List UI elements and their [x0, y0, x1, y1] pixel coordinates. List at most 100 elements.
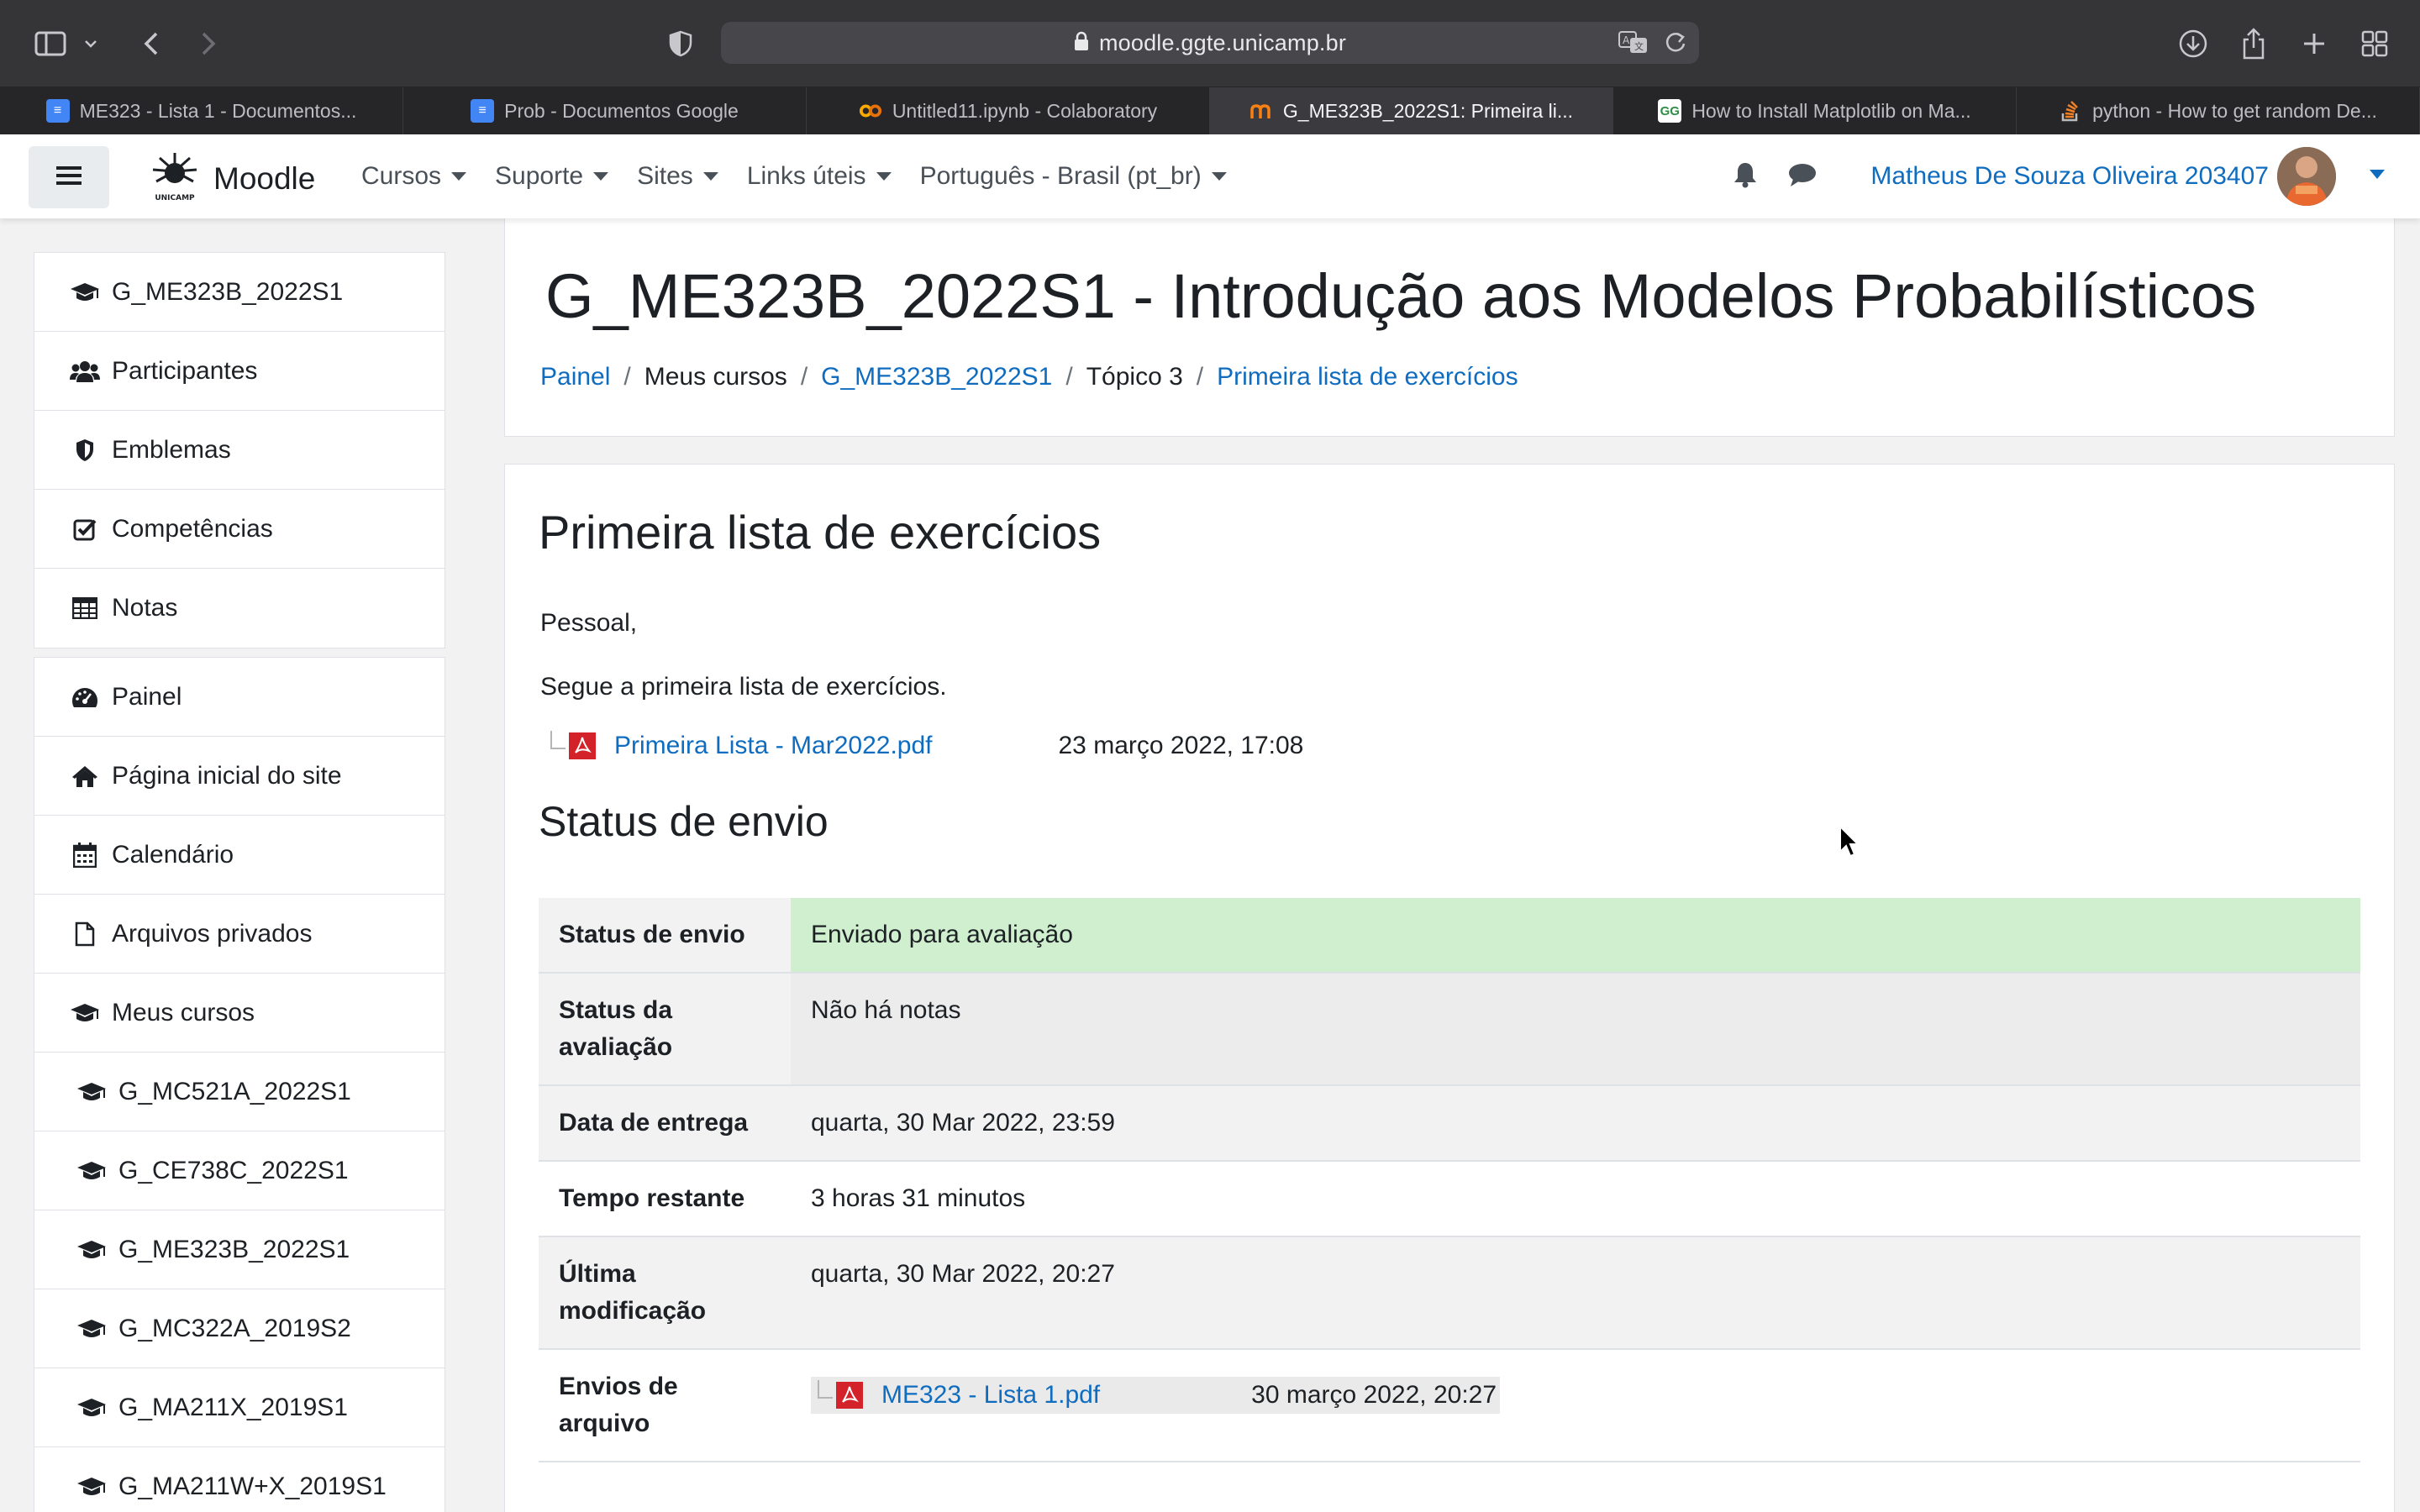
assignment-content: Primeira lista de exercícios Pessoal, Se… — [504, 464, 2395, 1512]
row-label: Última modificação — [539, 1236, 791, 1349]
reload-icon[interactable] — [1664, 29, 1687, 59]
breadcrumb-separator: / — [1196, 363, 1204, 391]
time-remaining-value: 3 horas 31 minutos — [791, 1161, 2360, 1236]
messages-icon[interactable] — [1788, 162, 1817, 192]
primary-menu: Cursos Suporte Sites Links úteis Portugu… — [361, 134, 1255, 218]
forward-icon[interactable] — [187, 22, 230, 66]
drawer-item-competencias[interactable]: Competências — [34, 490, 445, 569]
drawer-item-course-link[interactable]: G_MA211W+X_2019S1 — [34, 1447, 445, 1512]
drawer-item-emblemas[interactable]: Emblemas — [34, 411, 445, 490]
tab-bar: ≡ ME323 - Lista 1 - Documentos... ≡ Prob… — [0, 87, 2420, 134]
caret-down-icon — [451, 172, 467, 181]
share-icon[interactable] — [2232, 22, 2275, 66]
submitted-file-link[interactable]: ME323 - Lista 1.pdf — [881, 1377, 1100, 1414]
drawer-item-course-link[interactable]: G_ME323B_2022S1 — [34, 1210, 445, 1289]
drawer-item-course-link[interactable]: G_MC521A_2022S1 — [34, 1053, 445, 1131]
graduation-cap-icon — [75, 1236, 108, 1264]
moodle-icon — [1249, 99, 1273, 123]
site-brand[interactable]: UNICAMP Moodle — [148, 150, 315, 207]
pdf-icon — [569, 732, 596, 759]
due-date-value: quarta, 30 Mar 2022, 23:59 — [791, 1085, 2360, 1161]
graduation-cap-icon — [75, 1394, 108, 1422]
user-menu-caret-icon[interactable] — [2370, 169, 2385, 184]
breadcrumb: Painel / Meus cursos / G_ME323B_2022S1 /… — [540, 363, 1518, 391]
drawer-item-arquivos-privados[interactable]: Arquivos privados — [34, 895, 445, 974]
calendar-icon — [68, 841, 102, 869]
translate-icon[interactable]: A文 — [1618, 29, 1649, 59]
drawer-item-course[interactable]: G_ME323B_2022S1 — [34, 253, 445, 332]
status-submitted-value: Enviado para avaliação — [791, 898, 2360, 973]
last-modified-value: quarta, 30 Mar 2022, 20:27 — [791, 1236, 2360, 1349]
menu-cursos[interactable]: Cursos — [361, 162, 467, 191]
user-name[interactable]: Matheus De Souza Oliveira 203407 — [1870, 162, 2269, 191]
graduation-cap-icon — [75, 1315, 108, 1343]
drawer-item-pagina-inicial[interactable]: Página inicial do site — [34, 737, 445, 816]
browser-tab[interactable]: python - How to get random De... — [2017, 87, 2420, 134]
page-header: G_ME323B_2022S1 - Introdução aos Modelos… — [504, 218, 2395, 437]
notification-bell-icon[interactable] — [1733, 161, 1758, 192]
back-icon[interactable] — [129, 22, 173, 66]
breadcrumb-separator: / — [1065, 363, 1073, 391]
tree-connector — [818, 1380, 833, 1399]
breadcrumb-activity[interactable]: Primeira lista de exercícios — [1217, 363, 1518, 391]
attachment-link[interactable]: Primeira Lista - Mar2022.pdf — [614, 732, 933, 760]
address-bar[interactable]: moodle.ggte.unicamp.br A文 — [721, 22, 1699, 64]
page-title: G_ME323B_2022S1 - Introdução aos Modelos… — [545, 261, 2257, 331]
drawer-toggle-button[interactable] — [29, 146, 109, 208]
table-row: Status de envio Enviado para avaliação — [539, 898, 2360, 973]
drawer-item-course-link[interactable]: G_CE738C_2022S1 — [34, 1131, 445, 1210]
graduation-cap-icon — [68, 999, 102, 1027]
breadcrumb-course[interactable]: G_ME323B_2022S1 — [821, 363, 1052, 391]
drawer-item-course-link[interactable]: G_MA211X_2019S1 — [34, 1368, 445, 1447]
brand-name: Moodle — [213, 160, 316, 196]
sidebar-toggle-icon[interactable] — [29, 22, 72, 66]
avatar[interactable] — [2277, 147, 2336, 206]
browser-tab[interactable]: Untitled11.ipynb - Colaboratory — [807, 87, 1210, 134]
url-text: moodle.ggte.unicamp.br — [1098, 29, 1347, 55]
drawer-item-course-link[interactable]: G_MC322A_2019S2 — [34, 1289, 445, 1368]
browser-tab-active[interactable]: G_ME323B_2022S1: Primeira li... — [1210, 87, 1613, 134]
privacy-shield-icon[interactable] — [659, 22, 702, 66]
drawer-item-calendario[interactable]: Calendário — [34, 816, 445, 895]
tree-connector — [550, 731, 566, 749]
submitted-file: ME323 - Lista 1.pdf 30 março 2022, 20:27 — [811, 1377, 1501, 1414]
file-icon — [68, 920, 102, 948]
drawer-item-painel[interactable]: Painel — [34, 658, 445, 737]
svg-text:文: 文 — [1634, 40, 1644, 52]
menu-links-uteis[interactable]: Links úteis — [747, 162, 892, 191]
drawer-item-participantes[interactable]: Participantes — [34, 332, 445, 411]
new-tab-icon[interactable] — [2292, 22, 2336, 66]
unicamp-logo: UNICAMP — [148, 150, 202, 207]
tab-overview-icon[interactable] — [2353, 22, 2396, 66]
table-row: Última modificação quarta, 30 Mar 2022, … — [539, 1236, 2360, 1349]
menu-suporte[interactable]: Suporte — [495, 162, 609, 191]
site-nav-group: Painel Página inicial do site Calendário… — [34, 657, 445, 1512]
menu-sites[interactable]: Sites — [637, 162, 718, 191]
chevron-down-icon[interactable] — [74, 22, 108, 66]
drawer-item-notas[interactable]: Notas — [34, 569, 445, 648]
download-icon[interactable] — [2171, 22, 2215, 66]
browser-tab[interactable]: ≡ Prob - Documentos Google — [403, 87, 807, 134]
google-docs-icon: ≡ — [471, 99, 495, 123]
lock-icon — [1074, 31, 1089, 55]
row-label: Tempo restante — [539, 1161, 791, 1236]
submission-status-heading: Status de envio — [539, 798, 829, 845]
user-area: Matheus De Souza Oliveira 203407 — [1733, 134, 2420, 218]
language-menu[interactable]: Português - Brasil (pt_br) — [920, 162, 1227, 191]
svg-text:UNICAMP: UNICAMP — [155, 194, 195, 202]
users-icon — [68, 357, 102, 386]
caret-down-icon — [876, 172, 892, 181]
caret-down-icon — [593, 172, 609, 181]
breadcrumb-painel[interactable]: Painel — [540, 363, 610, 391]
row-label: Status de envio — [539, 898, 791, 973]
moodle-navbar: UNICAMP Moodle Cursos Suporte Sites Link… — [0, 134, 2420, 218]
mouse-cursor-icon — [1839, 824, 1860, 863]
browser-tab[interactable]: GG How to Install Matplotlib on Ma... — [1613, 87, 2017, 134]
browser-tab[interactable]: ≡ ME323 - Lista 1 - Documentos... — [0, 87, 403, 134]
grading-status-value: Não há notas — [791, 973, 2360, 1085]
drawer-item-meus-cursos[interactable]: Meus cursos — [34, 974, 445, 1053]
breadcrumb-separator: / — [623, 363, 631, 391]
graduation-cap-icon — [75, 1078, 108, 1106]
course-nav-group: G_ME323B_2022S1 Participantes Emblemas C… — [34, 252, 445, 648]
table-row: Data de entrega quarta, 30 Mar 2022, 23:… — [539, 1085, 2360, 1161]
